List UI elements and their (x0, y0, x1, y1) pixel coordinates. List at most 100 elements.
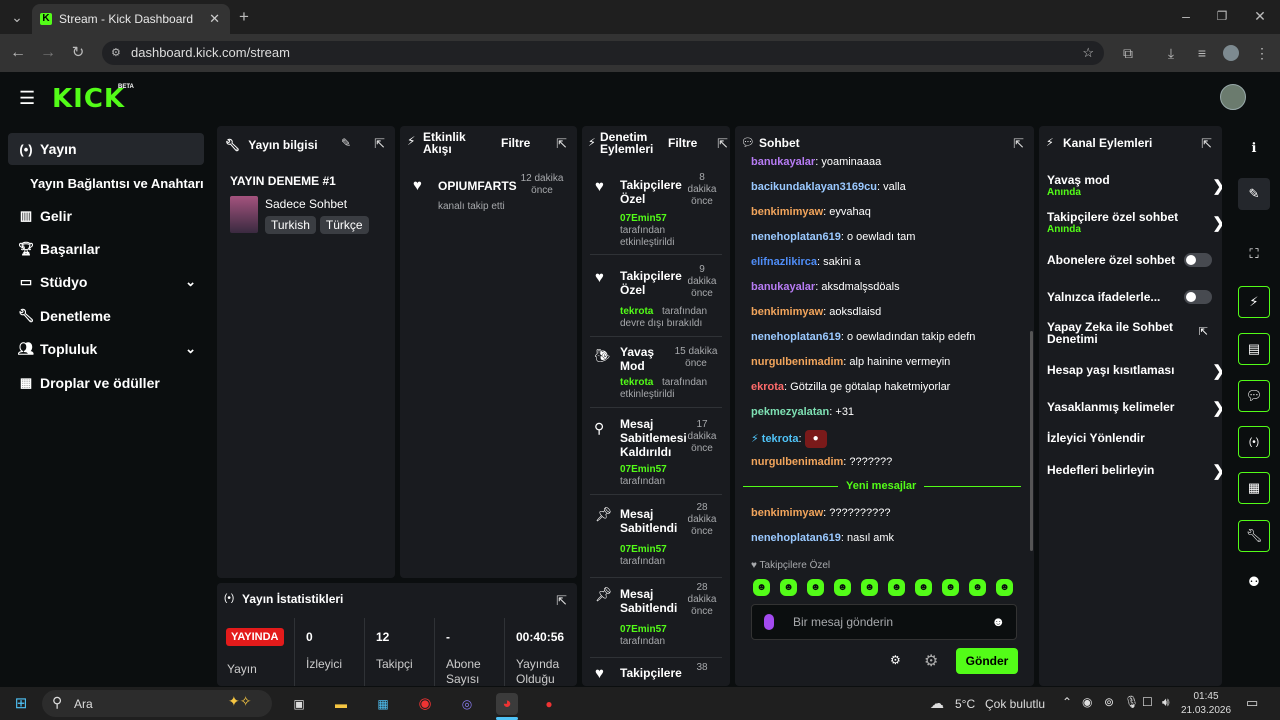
popout-icon[interactable]: ⇱ (374, 136, 385, 152)
app-icon[interactable]: ◎ (456, 693, 478, 715)
rail-layout-icon[interactable]: ▦ (1238, 472, 1270, 504)
emote-icon[interactable]: ☻ (996, 579, 1013, 596)
emote-icon[interactable]: ☻ (753, 579, 770, 596)
chat-username[interactable]: elifnazlikirca (751, 256, 817, 268)
minimize-icon[interactable]: – (1176, 6, 1196, 26)
emote-icon[interactable]: ☻ (915, 579, 932, 596)
tray-mic-icon[interactable]: 🎙︎ (1124, 695, 1139, 709)
chat-username[interactable]: banukayalar (751, 156, 815, 168)
edit-pencil-icon[interactable]: ✎ (1238, 178, 1270, 210)
chat-username[interactable]: benkimimyaw (751, 507, 823, 519)
info-icon[interactable]: ℹ (1238, 132, 1270, 164)
profile-avatar-icon[interactable] (1223, 45, 1239, 61)
media-control-icon[interactable]: ≡ (1192, 43, 1212, 63)
chat-username[interactable]: nenehoplatan619 (751, 331, 841, 343)
action-raid[interactable]: İzleyici Yönlendir (1047, 431, 1222, 445)
sidebar-item-topluluk[interactable]: 👥︎ Topluluk ⌄ (8, 333, 204, 365)
store-icon[interactable]: ▦ (372, 693, 394, 715)
external-link-icon[interactable]: ⇱ (1199, 325, 1208, 338)
rail-chat-icon[interactable]: 💬︎ (1238, 380, 1270, 412)
emote-icon[interactable]: ☻ (888, 579, 905, 596)
chat-username[interactable]: nurgulbenimadim (751, 356, 843, 368)
chrome-icon[interactable]: ◕ (496, 693, 518, 715)
hamburger-menu-icon[interactable]: ☰ (19, 89, 35, 107)
send-button[interactable]: Gönder (956, 648, 1018, 674)
chat-username[interactable]: benkimimyaw (751, 206, 823, 218)
taskbar-search[interactable]: ⚲ Ara ✦✧ (42, 690, 272, 717)
clock-date[interactable]: 21.03.2026 (1180, 705, 1232, 716)
chat-username[interactable]: ekrota (751, 381, 784, 393)
kick-logo[interactable]: KICK (52, 84, 125, 114)
tab-close-icon[interactable]: ✕ (209, 11, 220, 27)
sidebar-item-studyo[interactable]: ▭ Stüdyo ⌄ (8, 266, 204, 298)
screenshot-icon[interactable]: ⛶ (1238, 238, 1270, 270)
notification-icon[interactable]: ▭ (1246, 695, 1258, 711)
emotes-only-toggle[interactable] (1184, 290, 1212, 304)
emote-icon[interactable]: ☻ (861, 579, 878, 596)
file-explorer-icon[interactable]: ▬ (330, 693, 352, 715)
sidebar-item-basarilar[interactable]: 🏆︎ Başarılar (8, 233, 204, 265)
chat-username[interactable]: nenehoplatan619 (751, 231, 841, 243)
emote-icon[interactable]: ☻ (807, 579, 824, 596)
maximize-icon[interactable]: ❐ (1212, 6, 1232, 26)
chat-username[interactable]: bacikundaklayan3169cu (751, 181, 877, 193)
chat-input[interactable]: Bir mesaj gönderin ☻ (751, 604, 1017, 640)
obs-icon[interactable]: ● (538, 693, 560, 715)
rail-share-icon[interactable]: ⚉ (1238, 566, 1270, 598)
windows-start-icon[interactable]: ⊞ (10, 693, 32, 715)
bookmark-star-icon[interactable]: ☆ (1082, 41, 1094, 65)
sidebar-item-droplar[interactable]: ▦ Droplar ve ödüller (8, 367, 204, 399)
user-avatar[interactable] (1220, 84, 1246, 110)
emoji-icon[interactable]: ☻ (991, 614, 1005, 629)
popout-icon[interactable]: ⇱ (1201, 136, 1212, 152)
task-view-icon[interactable]: ▣ (288, 693, 310, 715)
edit-pencil-icon[interactable]: ✎ (341, 136, 351, 150)
emote-icon[interactable]: ☻ (969, 579, 986, 596)
sidebar-item-gelir[interactable]: ▥ Gelir (8, 200, 204, 232)
emote-icon[interactable]: ☻ (942, 579, 959, 596)
popout-icon[interactable]: ⇱ (556, 136, 567, 152)
filter-button[interactable]: Filtre (668, 136, 697, 150)
download-icon[interactable]: ⤓ (1161, 43, 1181, 63)
clock-time[interactable]: 01:45 (1186, 691, 1226, 702)
chat-username[interactable]: nenehoplatan619 (751, 532, 841, 544)
action-ai-moderation[interactable]: Yapay Zeka ile Sohbet Denetimi (1047, 321, 1177, 345)
rail-wrench-icon[interactable]: 🔧︎ (1238, 520, 1270, 552)
tray-app-icon[interactable]: ⊚ (1104, 695, 1114, 709)
popout-icon[interactable]: ⇱ (1013, 136, 1024, 152)
chat-username[interactable]: benkimimyaw (751, 306, 823, 318)
chat-username[interactable]: banukayalar (751, 281, 815, 293)
popout-icon[interactable]: ⇱ (717, 136, 728, 152)
tray-volume-icon[interactable]: 🔊︎ (1162, 695, 1170, 710)
popout-icon[interactable]: ⇱ (556, 593, 567, 609)
emote-icon[interactable]: ☻ (780, 579, 797, 596)
window-close-icon[interactable]: ✕ (1250, 6, 1270, 26)
tray-chevron-icon[interactable]: ⌃ (1062, 695, 1072, 709)
action-followers-only[interactable]: Takipçilere özel sohbetAnında ❯ (1047, 210, 1222, 236)
action-account-age[interactable]: Hesap yaşı kısıtlaması ❯ (1047, 363, 1222, 380)
extensions-icon[interactable]: ⧉ (1118, 43, 1138, 63)
url-bar[interactable]: ⚙ dashboard.kick.com/stream ☆ (102, 41, 1104, 65)
site-info-icon[interactable]: ⚙ (111, 41, 121, 65)
chat-username[interactable]: nurgulbenimadim (751, 456, 843, 468)
tray-network-icon[interactable]: ☐ (1142, 695, 1153, 709)
media-player-icon[interactable]: ◉ (414, 693, 436, 715)
microphone-icon[interactable] (764, 614, 774, 630)
sidebar-item-stream-key[interactable]: Yayın Bağlantısı ve Anahtarı (30, 167, 212, 199)
back-icon[interactable]: ← (8, 43, 28, 63)
chat-scrollbar[interactable] (1030, 331, 1033, 551)
sidebar-item-yayin[interactable]: (•) Yayın (8, 133, 204, 165)
emote-icon[interactable]: ☻ (834, 579, 851, 596)
browser-menu-icon[interactable]: ⋮ (1252, 43, 1272, 63)
subs-only-toggle[interactable] (1184, 253, 1212, 267)
action-slow-mode[interactable]: Yavaş modAnında ❯ (1047, 173, 1222, 199)
action-banned-words[interactable]: Yasaklanmış kelimeler ❯ (1047, 400, 1222, 417)
new-tab-icon[interactable]: + (234, 7, 254, 27)
action-set-goals[interactable]: Hedefleri belirleyin ❯ (1047, 463, 1222, 480)
settings-gear-icon[interactable]: ⚙ (890, 653, 901, 667)
weather-icon[interactable]: ☁ (930, 695, 944, 712)
forward-icon[interactable]: → (38, 43, 58, 63)
chat-username[interactable]: tekrota (762, 433, 799, 445)
reload-icon[interactable]: ↻ (68, 43, 88, 63)
sidebar-item-denetleme[interactable]: 🔧︎ Denetleme (8, 300, 204, 332)
